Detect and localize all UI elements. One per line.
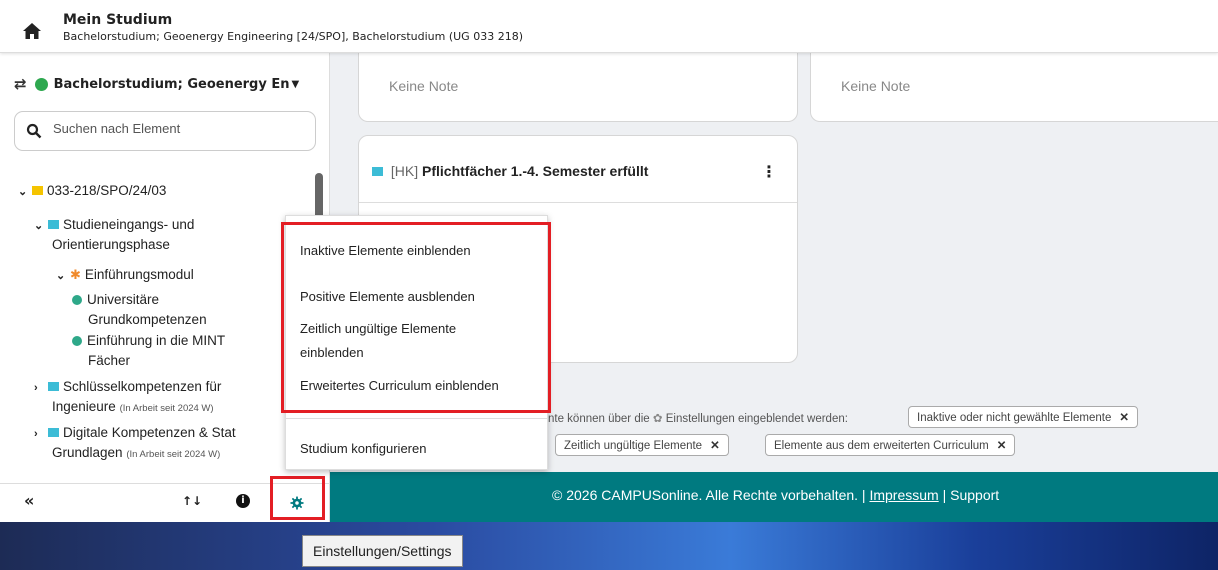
search-box[interactable] <box>14 111 316 151</box>
chevron-right-icon[interactable]: › <box>34 424 46 445</box>
card-tag: [HK] <box>390 163 419 179</box>
gear-icon: ✿ <box>652 413 663 425</box>
card-title-text: Pflichtfächer 1.-4. Semester erfüllt <box>422 163 649 179</box>
node-icon <box>372 167 383 176</box>
page-subtitle: Bachelorstudium; Geoenergy Engineering [… <box>63 30 523 43</box>
desktop-background <box>0 522 1218 570</box>
status-text: (In Arbeit seit 2024 W) <box>119 403 214 414</box>
tree-node-label-cont: Orientierungsphase <box>52 237 170 252</box>
status-text: (In Arbeit seit 2024 W) <box>126 449 221 460</box>
tree-node-label-cont: Grundlagen (In Arbeit seit 2024 W) <box>52 442 220 465</box>
search-icon <box>26 123 42 139</box>
filter-chip[interactable]: Zeitlich ungültige Elemente ✕ <box>555 434 729 456</box>
chevron-down-icon[interactable]: ⌄ <box>56 266 68 287</box>
close-icon[interactable]: ✕ <box>710 440 720 452</box>
caret-down-icon[interactable]: ▼ <box>292 79 300 90</box>
grade-label: Keine Note <box>841 78 911 94</box>
menu-divider <box>286 418 547 419</box>
tree-node-label: Universitäre <box>87 292 160 307</box>
menu-item-configure-study[interactable]: Studium konfigurieren <box>300 437 426 461</box>
home-icon[interactable] <box>22 22 42 40</box>
chip-label: Zeitlich ungültige Elemente <box>564 440 703 452</box>
leaf-icon <box>72 295 82 305</box>
module-icon: ✱ <box>70 267 81 282</box>
program-selector-label: Bachelorstudium; Geoenergy En <box>53 76 290 92</box>
node-icon <box>48 220 59 229</box>
filter-hint: nte können über die ✿ Einstellungen eing… <box>548 411 848 425</box>
tree-node-label: Einführungsmodul <box>84 267 194 282</box>
top-header: Mein Studium Bachelorstudium; Geoenergy … <box>0 0 1218 53</box>
tree-node-label-cont: Fächer <box>88 353 131 368</box>
program-selector[interactable]: ⇄ Bachelorstudium; Geoenergy En ▼ <box>14 75 299 93</box>
tree-node-uni[interactable]: Universitäre <box>72 289 159 310</box>
tree-node-label-cont: Ingenieure (In Arbeit seit 2024 W) <box>52 396 214 419</box>
tree-node-label: 033-218/SPO/24/03 <box>47 183 167 198</box>
tree-node-einfuehrungsmodul[interactable]: ⌄ ✱ Einführungsmodul <box>56 264 194 287</box>
node-icon <box>48 428 59 437</box>
chip-label: Elemente aus dem erweiterten Curriculum <box>774 440 989 452</box>
folder-icon <box>32 186 43 195</box>
search-input[interactable] <box>53 121 303 136</box>
close-icon[interactable]: ✕ <box>1119 412 1129 424</box>
footer-text: © 2026 CAMPUSonline. Alle Rechte vorbeha… <box>552 487 999 503</box>
card-title: [HK] Pflichtfächer 1.-4. Semester erfüll… <box>370 163 648 179</box>
swap-icon[interactable]: ⇄ <box>14 75 27 93</box>
info-icon[interactable]: i <box>236 494 250 508</box>
divider <box>359 202 797 203</box>
sort-icon[interactable]: ↑↓ <box>182 494 202 508</box>
page-footer: © 2026 CAMPUSonline. Alle Rechte vorbeha… <box>330 472 1218 522</box>
tree-node-label-cont: Grundkompetenzen <box>88 312 207 327</box>
copyright-text: © 2026 CAMPUSonline. Alle Rechte vorbeha… <box>552 487 870 503</box>
chip-label: Inaktive oder nicht gewählte Elemente <box>917 412 1112 424</box>
tree-node-label: Grundlagen <box>52 445 123 460</box>
impressum-link[interactable]: Impressum <box>869 487 938 503</box>
tree-node-label: Digitale Kompetenzen & Stat <box>63 425 236 440</box>
tree-node-label: Schlüsselkompetenzen für <box>63 379 222 394</box>
tree-node-label: Ingenieure <box>52 399 116 414</box>
node-icon <box>48 382 59 391</box>
footer-separator: | <box>938 487 951 503</box>
settings-tooltip: Einstellungen/Settings <box>302 535 463 567</box>
highlight-box <box>270 476 325 520</box>
chevron-right-icon[interactable]: › <box>34 378 46 399</box>
page-title: Mein Studium <box>63 12 173 28</box>
leaf-icon <box>72 336 82 346</box>
grade-label: Keine Note <box>389 78 459 94</box>
filter-chip[interactable]: Elemente aus dem erweiterten Curriculum ✕ <box>765 434 1016 456</box>
tree-node-label: Studieneingangs- und <box>63 217 195 232</box>
chevron-down-icon[interactable]: ⌄ <box>34 216 46 237</box>
more-options-icon[interactable]: ⋮ <box>761 162 777 181</box>
close-icon[interactable]: ✕ <box>997 440 1007 452</box>
tree-node-mint[interactable]: Einführung in die MINT <box>72 330 225 351</box>
filter-hint-prefix: nte können über die <box>548 413 650 425</box>
brain-icon <box>34 77 48 91</box>
highlight-box <box>281 222 551 413</box>
tree-node-label: Einführung in die MINT <box>87 333 226 348</box>
chevron-down-icon[interactable]: ⌄ <box>18 182 30 203</box>
filter-chip[interactable]: Inaktive oder nicht gewählte Elemente ✕ <box>908 406 1138 428</box>
filter-hint-suffix: Einstellungen eingeblendet werden: <box>665 413 848 425</box>
support-link[interactable]: Support <box>950 487 999 503</box>
tree-node-root[interactable]: ⌄ 033-218/SPO/24/03 <box>18 180 166 203</box>
collapse-icon[interactable]: « <box>24 491 34 510</box>
